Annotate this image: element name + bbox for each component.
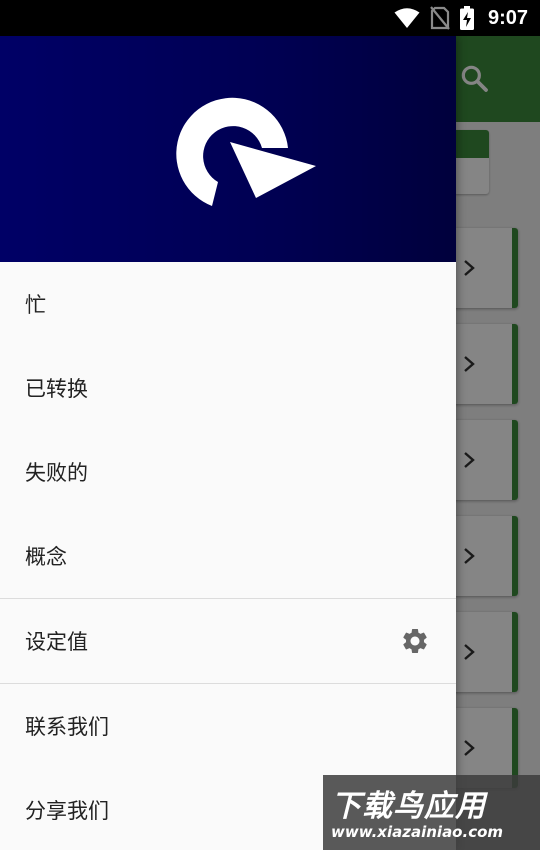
watermark-url: www.xiazainiao.com: [331, 823, 504, 841]
menu-item-settings[interactable]: 设定值: [0, 599, 456, 683]
menu-item-busy[interactable]: 忙: [0, 262, 456, 346]
menu-item-label: 概念: [25, 545, 67, 569]
menu-item-concept[interactable]: 概念: [0, 514, 456, 598]
status-bar: 9:07: [0, 0, 540, 36]
menu-item-converted[interactable]: 已转换: [0, 346, 456, 430]
watermark: 下载鸟应用 www.xiazainiao.com: [323, 775, 540, 850]
wifi-icon: [394, 8, 420, 28]
navigation-drawer: 忙 已转换 失败的 概念 设定值 联系我们 分享我们: [0, 36, 456, 850]
refresh-arrow-icon: [176, 97, 316, 206]
drawer-header: [0, 36, 456, 262]
menu-item-label: 联系我们: [25, 715, 109, 739]
watermark-title: 下载鸟应用: [331, 789, 486, 824]
menu-item-label: 设定值: [25, 630, 88, 654]
menu-item-label: 分享我们: [25, 799, 109, 823]
menu-item-label: 已转换: [25, 377, 88, 401]
menu-item-contact-us[interactable]: 联系我们: [0, 684, 456, 768]
menu-item-failed[interactable]: 失败的: [0, 430, 456, 514]
gear-icon: [403, 629, 427, 653]
status-time: 9:07: [487, 6, 528, 29]
battery-charging-icon: [459, 6, 474, 30]
menu-item-label: 忙: [25, 293, 46, 317]
menu-item-label: 失败的: [25, 461, 88, 485]
no-sim-icon: [430, 6, 450, 30]
